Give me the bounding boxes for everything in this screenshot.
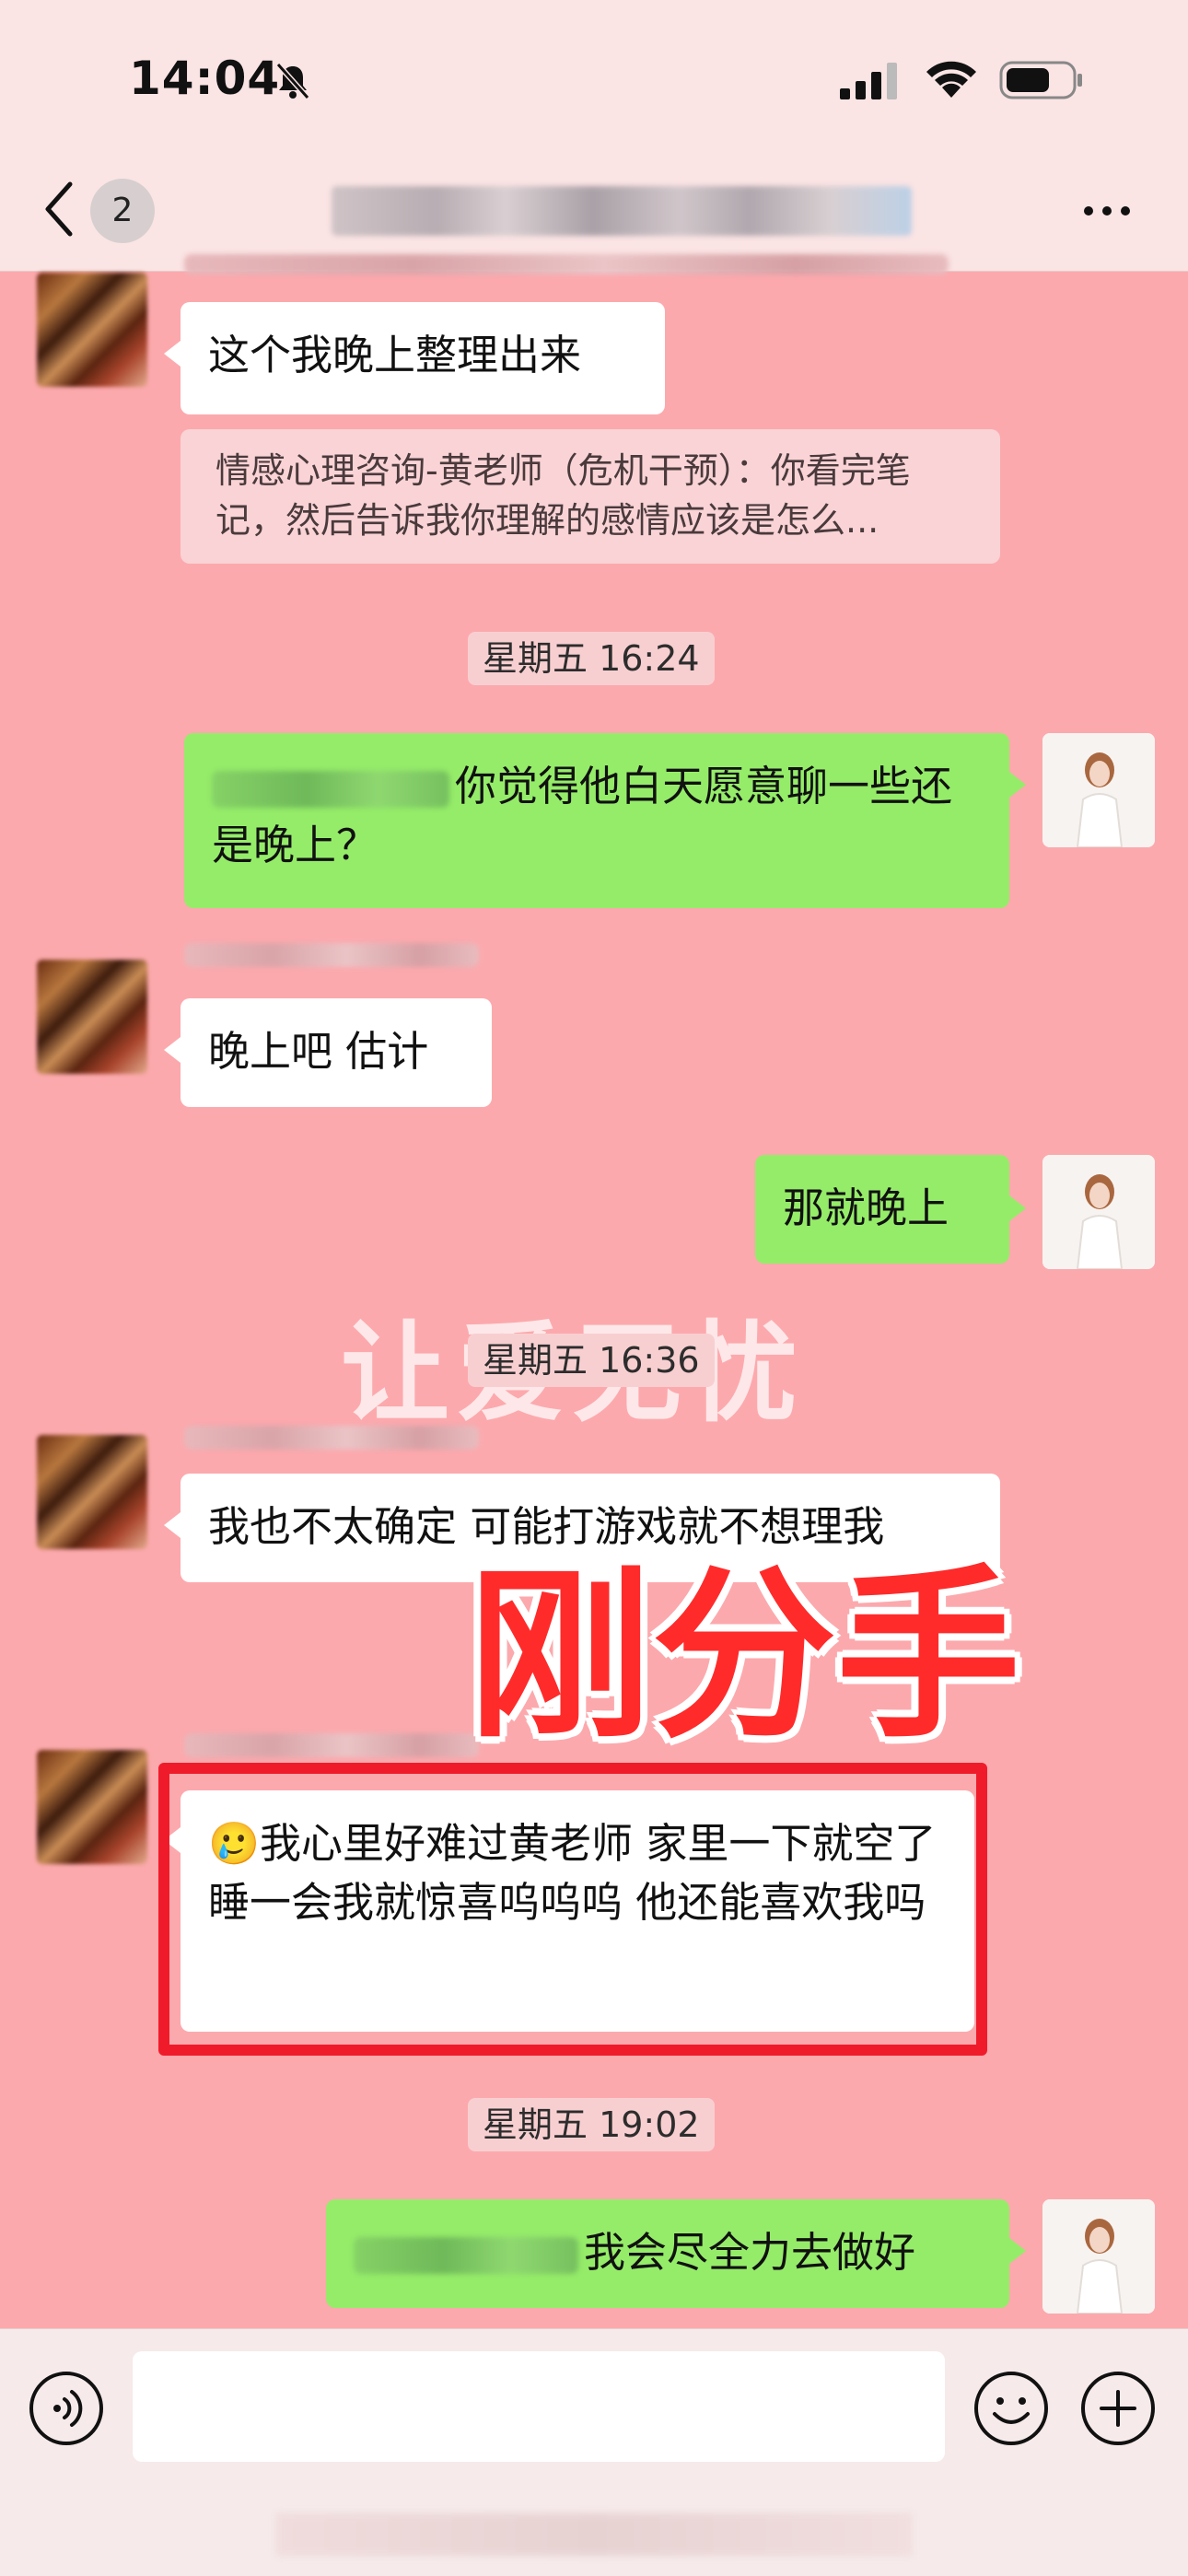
message-bubble[interactable]: 晚上吧 估计	[181, 998, 492, 1107]
quoted-message[interactable]: 情感心理咨询-黄老师（危机干预）：你看完笔记，然后告诉我你理解的感情应该是怎么.…	[181, 429, 1000, 564]
avatar[interactable]	[37, 960, 147, 1074]
avatar[interactable]	[1042, 733, 1155, 847]
bubble-tail	[164, 1037, 181, 1063]
bubble-tail	[164, 341, 181, 367]
overlay-title: 刚分手	[468, 1549, 1021, 1764]
emoji-icon[interactable]	[973, 2370, 1050, 2447]
timestamp: 星期五 16:24	[468, 632, 715, 685]
message-text: 我会尽全力去做好	[584, 2228, 916, 2277]
message-text: 晚上吧 估计	[208, 1027, 429, 1076]
message-bubble[interactable]: 我会尽全力去做好	[326, 2199, 1009, 2308]
input-bar	[0, 2328, 1188, 2576]
more-icon[interactable]	[1079, 197, 1135, 225]
avatar[interactable]	[1042, 1155, 1155, 1269]
avatar[interactable]	[37, 1750, 147, 1864]
sender-name-redacted	[184, 1733, 479, 1757]
unread-count-badge[interactable]: 2	[90, 179, 155, 243]
plus-icon[interactable]	[1079, 2370, 1157, 2447]
wifi-icon	[926, 61, 976, 98]
message-text: 我也不太确定 可能打游戏就不想理我	[208, 1502, 885, 1551]
message-bubble[interactable]: 你觉得他白天愿意聊一些还是晚上？	[184, 733, 1009, 908]
bubble-tail	[1009, 2238, 1026, 2264]
chat-title-redacted	[332, 186, 912, 236]
bubble-tail	[1009, 1195, 1026, 1221]
voice-icon[interactable]	[28, 2370, 105, 2447]
quote-text: 情感心理咨询-黄老师（危机干预）：你看完笔记，然后告诉我你理解的感情应该是怎么.…	[215, 450, 911, 541]
back-chevron-icon[interactable]	[41, 177, 77, 241]
message-text: 那就晚上	[783, 1183, 949, 1232]
sender-name-redacted	[184, 943, 479, 967]
signal-icon	[840, 63, 897, 99]
timestamp: 星期五 16:36	[468, 1334, 715, 1387]
message-input[interactable]	[133, 2351, 945, 2462]
message-bubble[interactable]: 这个我晚上整理出来	[181, 302, 665, 414]
bubble-tail	[1009, 772, 1026, 798]
status-bar: 14:04	[0, 0, 1188, 157]
message-text: 这个我晚上整理出来	[208, 331, 582, 379]
avatar-portrait	[1042, 2199, 1155, 2314]
bubble-tail	[164, 1512, 181, 1538]
battery-icon	[999, 61, 1082, 99]
mute-bell-icon	[275, 63, 310, 99]
mention-redacted	[354, 2237, 578, 2274]
avatar[interactable]	[37, 273, 147, 387]
highlight-box	[158, 1763, 987, 2056]
avatar-portrait	[1042, 1155, 1155, 1269]
avatar[interactable]	[37, 1435, 147, 1549]
message-bubble[interactable]: 那就晚上	[755, 1155, 1009, 1264]
avatar-portrait	[1042, 733, 1155, 847]
avatar[interactable]	[1042, 2199, 1155, 2314]
sender-name-redacted	[184, 1426, 479, 1450]
redacted-area	[276, 2513, 912, 2556]
timestamp: 星期五 19:02	[468, 2098, 715, 2151]
status-time: 14:04	[129, 52, 281, 105]
mention-redacted	[212, 771, 449, 808]
sender-name-redacted	[184, 254, 949, 274]
